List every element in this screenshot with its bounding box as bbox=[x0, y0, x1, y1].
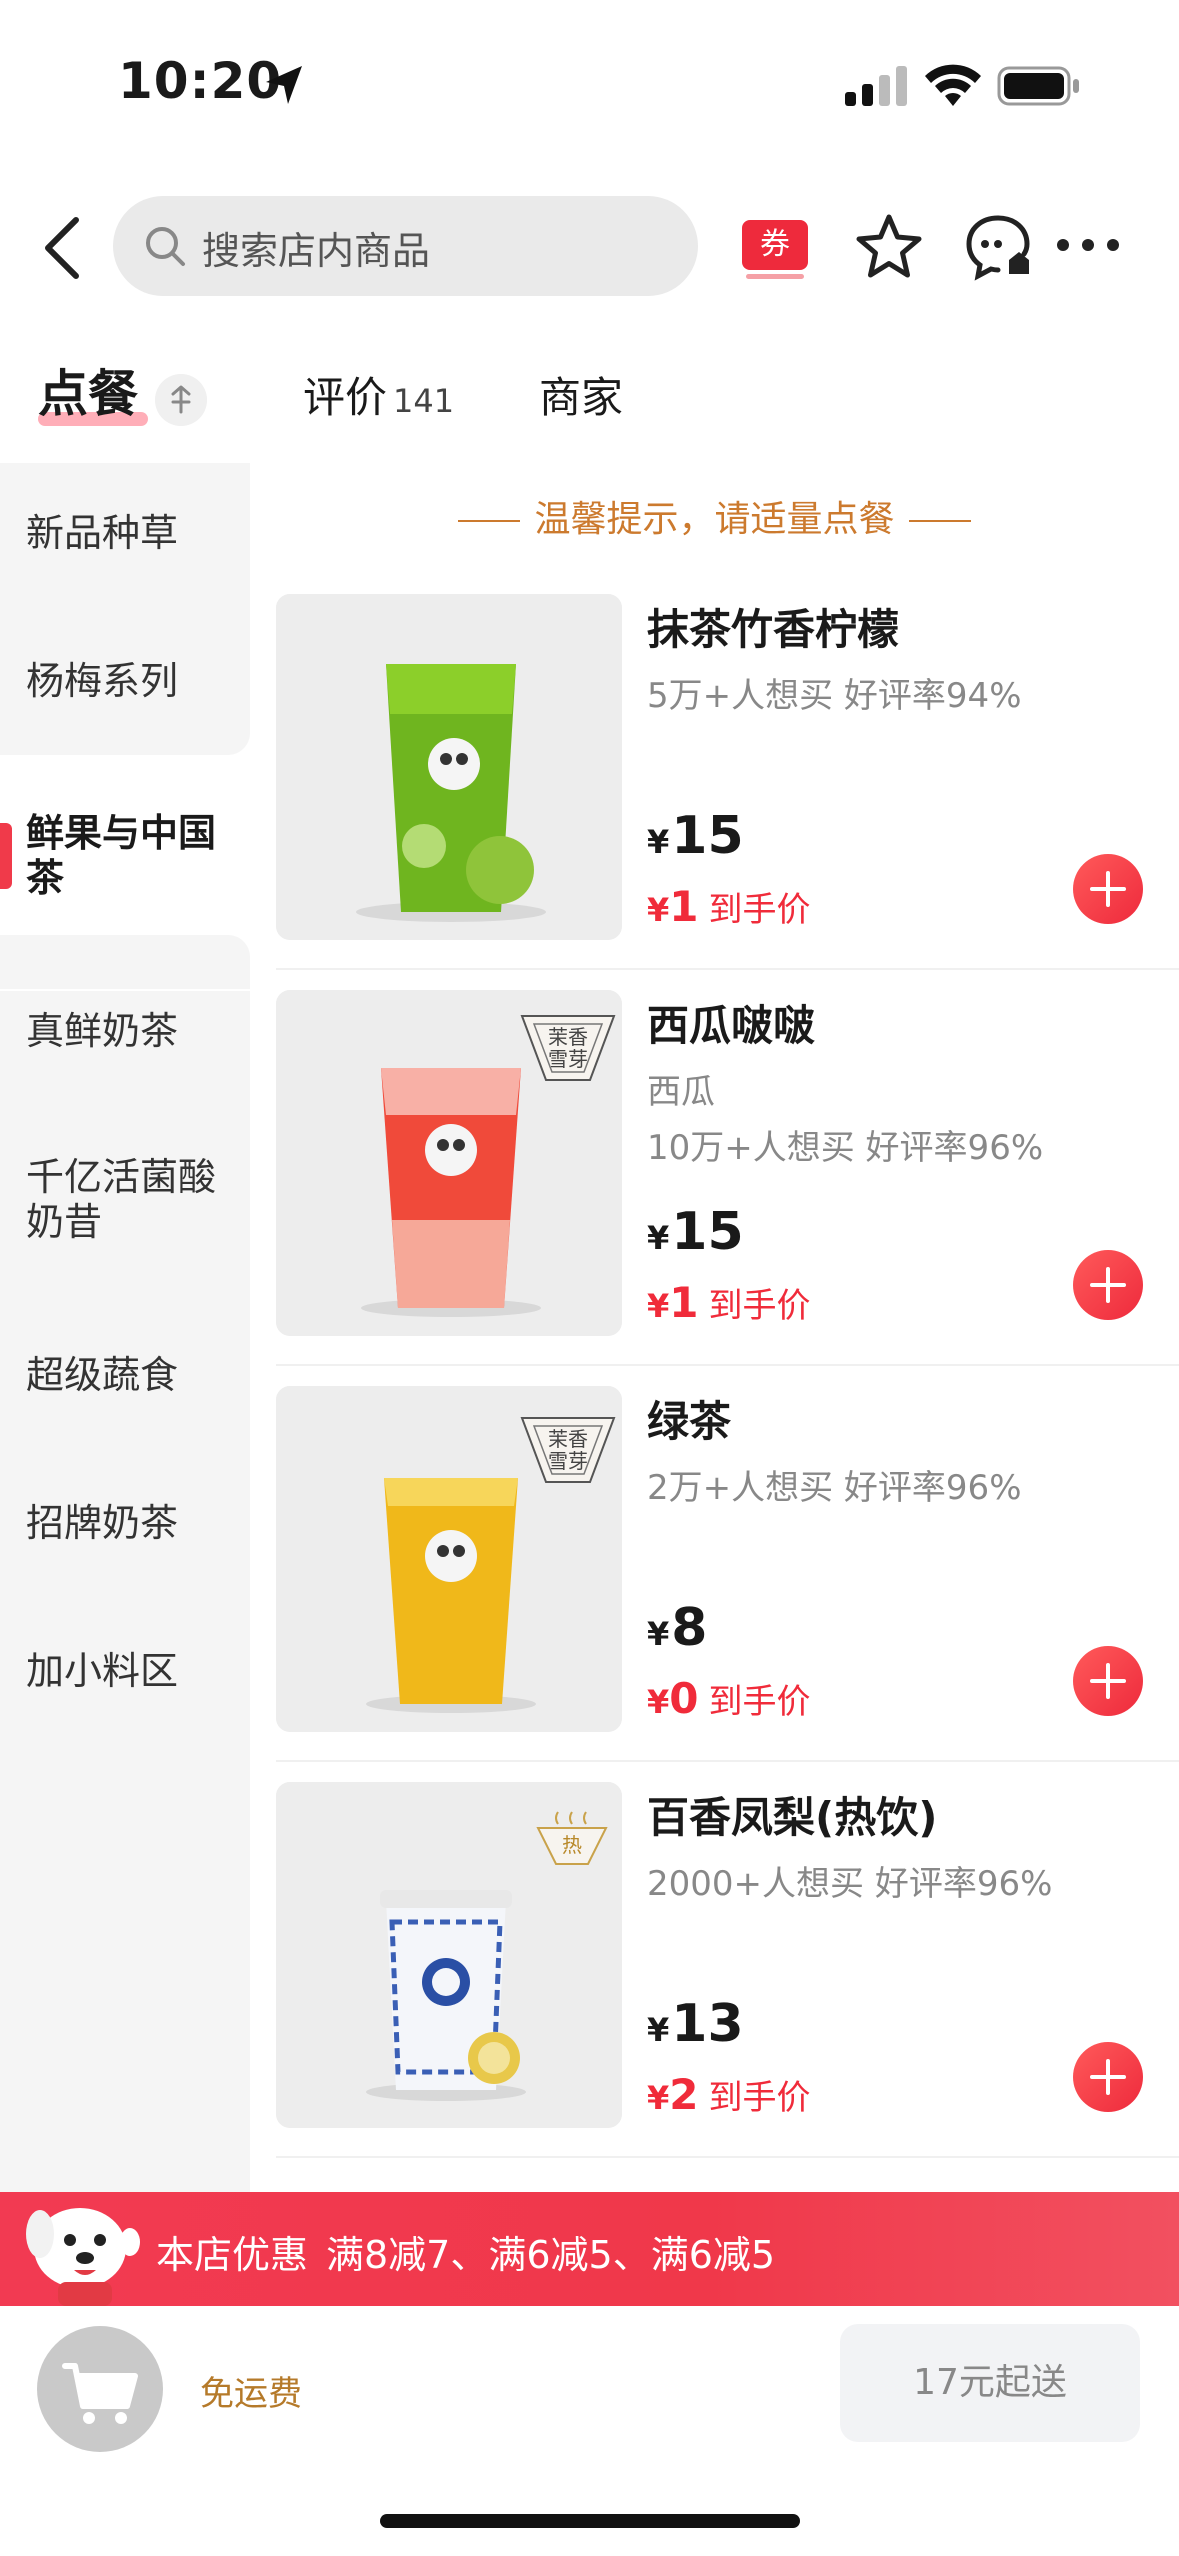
product-price: ¥13 bbox=[647, 1994, 744, 2054]
tab-merchant-label: 商家 bbox=[539, 373, 624, 422]
add-to-cart-button[interactable] bbox=[1073, 1250, 1143, 1320]
store-promotion-bar[interactable]: 本店优惠 满8减7、满6减5、满6减5 bbox=[0, 2192, 1179, 2306]
tab-merchant[interactable]: 商家 bbox=[539, 364, 623, 425]
product-card[interactable]: 茉香雪芽 西瓜啵啵 西瓜 10万+人想买 好评率96% ¥15 ¥1 到手价 bbox=[250, 970, 1179, 1366]
final-price: ¥0 到手价 bbox=[647, 1674, 811, 1723]
product-image[interactable]: 热 bbox=[276, 1782, 622, 2128]
order-tip-text: 温馨提示，请适量点餐 bbox=[534, 499, 895, 540]
product-price: ¥15 bbox=[647, 806, 744, 866]
product-name: 百香凤梨(热饮) bbox=[647, 1793, 938, 1842]
customer-service-chat-icon[interactable] bbox=[963, 212, 1033, 282]
sidebar-item-fresh-milk-tea[interactable]: 真鲜奶茶 bbox=[0, 1009, 250, 1054]
add-to-cart-button[interactable] bbox=[1073, 1646, 1143, 1716]
favorite-star-icon[interactable] bbox=[854, 212, 924, 282]
search-placeholder: 搜索店内商品 bbox=[202, 229, 431, 273]
product-price: ¥8 bbox=[647, 1598, 708, 1658]
add-to-cart-button[interactable] bbox=[1073, 854, 1143, 924]
final-price-value: 0 bbox=[669, 1674, 699, 1723]
sidebar-item-new-picks[interactable]: 新品种草 bbox=[0, 511, 250, 556]
product-stats: 10万+人想买 好评率96% bbox=[647, 1128, 1044, 1168]
final-price: ¥1 到手价 bbox=[647, 1278, 811, 1327]
final-price-label: 到手价 bbox=[708, 890, 811, 930]
final-price-label: 到手价 bbox=[708, 2078, 811, 2118]
price-value: 13 bbox=[671, 1994, 744, 2054]
search-icon bbox=[146, 227, 185, 266]
location-arrow-icon bbox=[266, 66, 302, 104]
coupon-icon[interactable]: 券 bbox=[742, 220, 808, 279]
coupon-label: 券 bbox=[742, 220, 808, 270]
search-input[interactable]: 搜索店内商品 bbox=[113, 196, 698, 296]
sidebar-item-super-veggie[interactable]: 超级蔬食 bbox=[0, 1353, 250, 1398]
back-chevron-icon[interactable] bbox=[36, 214, 92, 282]
hot-drink-badge-icon: 热 bbox=[536, 1811, 608, 1865]
matcha-lemon-drink-image bbox=[276, 594, 622, 940]
tab-reviews-label: 评价 bbox=[303, 373, 388, 422]
tab-order-label: 点餐 bbox=[38, 365, 138, 423]
sidebar-item-toppings[interactable]: 加小料区 bbox=[0, 1649, 250, 1694]
final-price-value: 1 bbox=[669, 1278, 699, 1327]
final-price: ¥1 到手价 bbox=[647, 882, 811, 931]
add-to-cart-button[interactable] bbox=[1073, 2042, 1143, 2112]
product-desc: 西瓜 bbox=[647, 1072, 715, 1112]
nav-bar: 搜索店内商品 券 bbox=[0, 190, 1179, 310]
product-card[interactable]: 茉香雪芽 绿茶 2万+人想买 好评率96% ¥8 ¥0 到手价 bbox=[250, 1366, 1179, 1762]
status-bar: 10:20 bbox=[0, 0, 1179, 170]
product-name: 抹茶竹香柠檬 bbox=[647, 605, 900, 654]
product-card[interactable]: 抹茶竹香柠檬 5万+人想买 好评率94% ¥15 ¥1 到手价 bbox=[250, 574, 1179, 970]
final-price-value: 1 bbox=[669, 882, 699, 931]
cart-button[interactable] bbox=[37, 2326, 163, 2452]
sidebar-item-fresh-fruit-tea[interactable]: 鲜果与中国茶 bbox=[0, 811, 230, 901]
product-stats: 5万+人想买 好评率94% bbox=[647, 676, 1022, 716]
shopping-cart-icon bbox=[62, 2363, 138, 2424]
status-time: 10:20 bbox=[118, 52, 283, 110]
final-price-label: 到手价 bbox=[708, 1286, 811, 1326]
sidebar-item-signature-milk-tea[interactable]: 招牌奶茶 bbox=[0, 1501, 250, 1546]
product-name: 绿茶 bbox=[647, 1397, 732, 1446]
sidebar-item-bayberry[interactable]: 杨梅系列 bbox=[0, 659, 250, 704]
tab-order[interactable]: 点餐 bbox=[38, 354, 138, 426]
currency-symbol: ¥ bbox=[647, 823, 670, 861]
product-image[interactable]: 茉香雪芽 bbox=[276, 1386, 622, 1732]
tab-reviews[interactable]: 评价 141 bbox=[303, 364, 454, 425]
final-price: ¥2 到手价 bbox=[647, 2070, 811, 2119]
price-value: 8 bbox=[671, 1598, 708, 1658]
jasmine-badge-icon: 茉香雪芽 bbox=[520, 1015, 616, 1081]
order-tip: 温馨提示，请适量点餐 bbox=[250, 490, 1179, 542]
cellular-signal-icon bbox=[845, 66, 907, 106]
home-indicator bbox=[380, 2514, 800, 2528]
product-name: 西瓜啵啵 bbox=[647, 1001, 816, 1050]
battery-icon bbox=[997, 66, 1079, 106]
store-tabs: 点餐 评价 141 商家 bbox=[0, 350, 1179, 460]
promo-title: 本店优惠 bbox=[156, 2233, 309, 2277]
svg-text:茉香雪芽: 茉香雪芽 bbox=[548, 1427, 588, 1473]
product-image[interactable]: 茉香雪芽 bbox=[276, 990, 622, 1336]
final-price-label: 到手价 bbox=[708, 1682, 811, 1722]
price-value: 15 bbox=[671, 806, 744, 866]
svg-text:茉香雪芽: 茉香雪芽 bbox=[548, 1025, 588, 1071]
product-image[interactable] bbox=[276, 594, 622, 940]
promo-detail: 满8减7、满6减5、满6减5 bbox=[326, 2233, 776, 2277]
review-count: 141 bbox=[393, 382, 455, 420]
more-options-icon[interactable] bbox=[1055, 232, 1121, 258]
product-stats: 2万+人想买 好评率96% bbox=[647, 1468, 1022, 1508]
sidebar-item-probiotic-yogurt[interactable]: 千亿活菌酸奶昔 bbox=[0, 1155, 230, 1245]
min-order-button[interactable]: 17元起送 bbox=[840, 2324, 1140, 2442]
mascot-dog-icon bbox=[26, 2208, 140, 2306]
product-stats: 2000+人想买 好评率96% bbox=[647, 1864, 1053, 1904]
free-delivery-label: 免运费 bbox=[200, 2374, 302, 2414]
wifi-icon bbox=[925, 64, 981, 106]
price-value: 15 bbox=[671, 1202, 744, 1262]
collapse-up-icon[interactable] bbox=[155, 374, 207, 426]
jasmine-badge-icon: 茉香雪芽 bbox=[520, 1417, 616, 1483]
product-price: ¥15 bbox=[647, 1202, 744, 1262]
svg-text:热: 热 bbox=[562, 1833, 582, 1857]
final-price-value: 2 bbox=[669, 2070, 699, 2119]
product-card[interactable]: 热 百香凤梨(热饮) 2000+人想买 好评率96% ¥13 ¥2 到手价 bbox=[250, 1762, 1179, 2158]
